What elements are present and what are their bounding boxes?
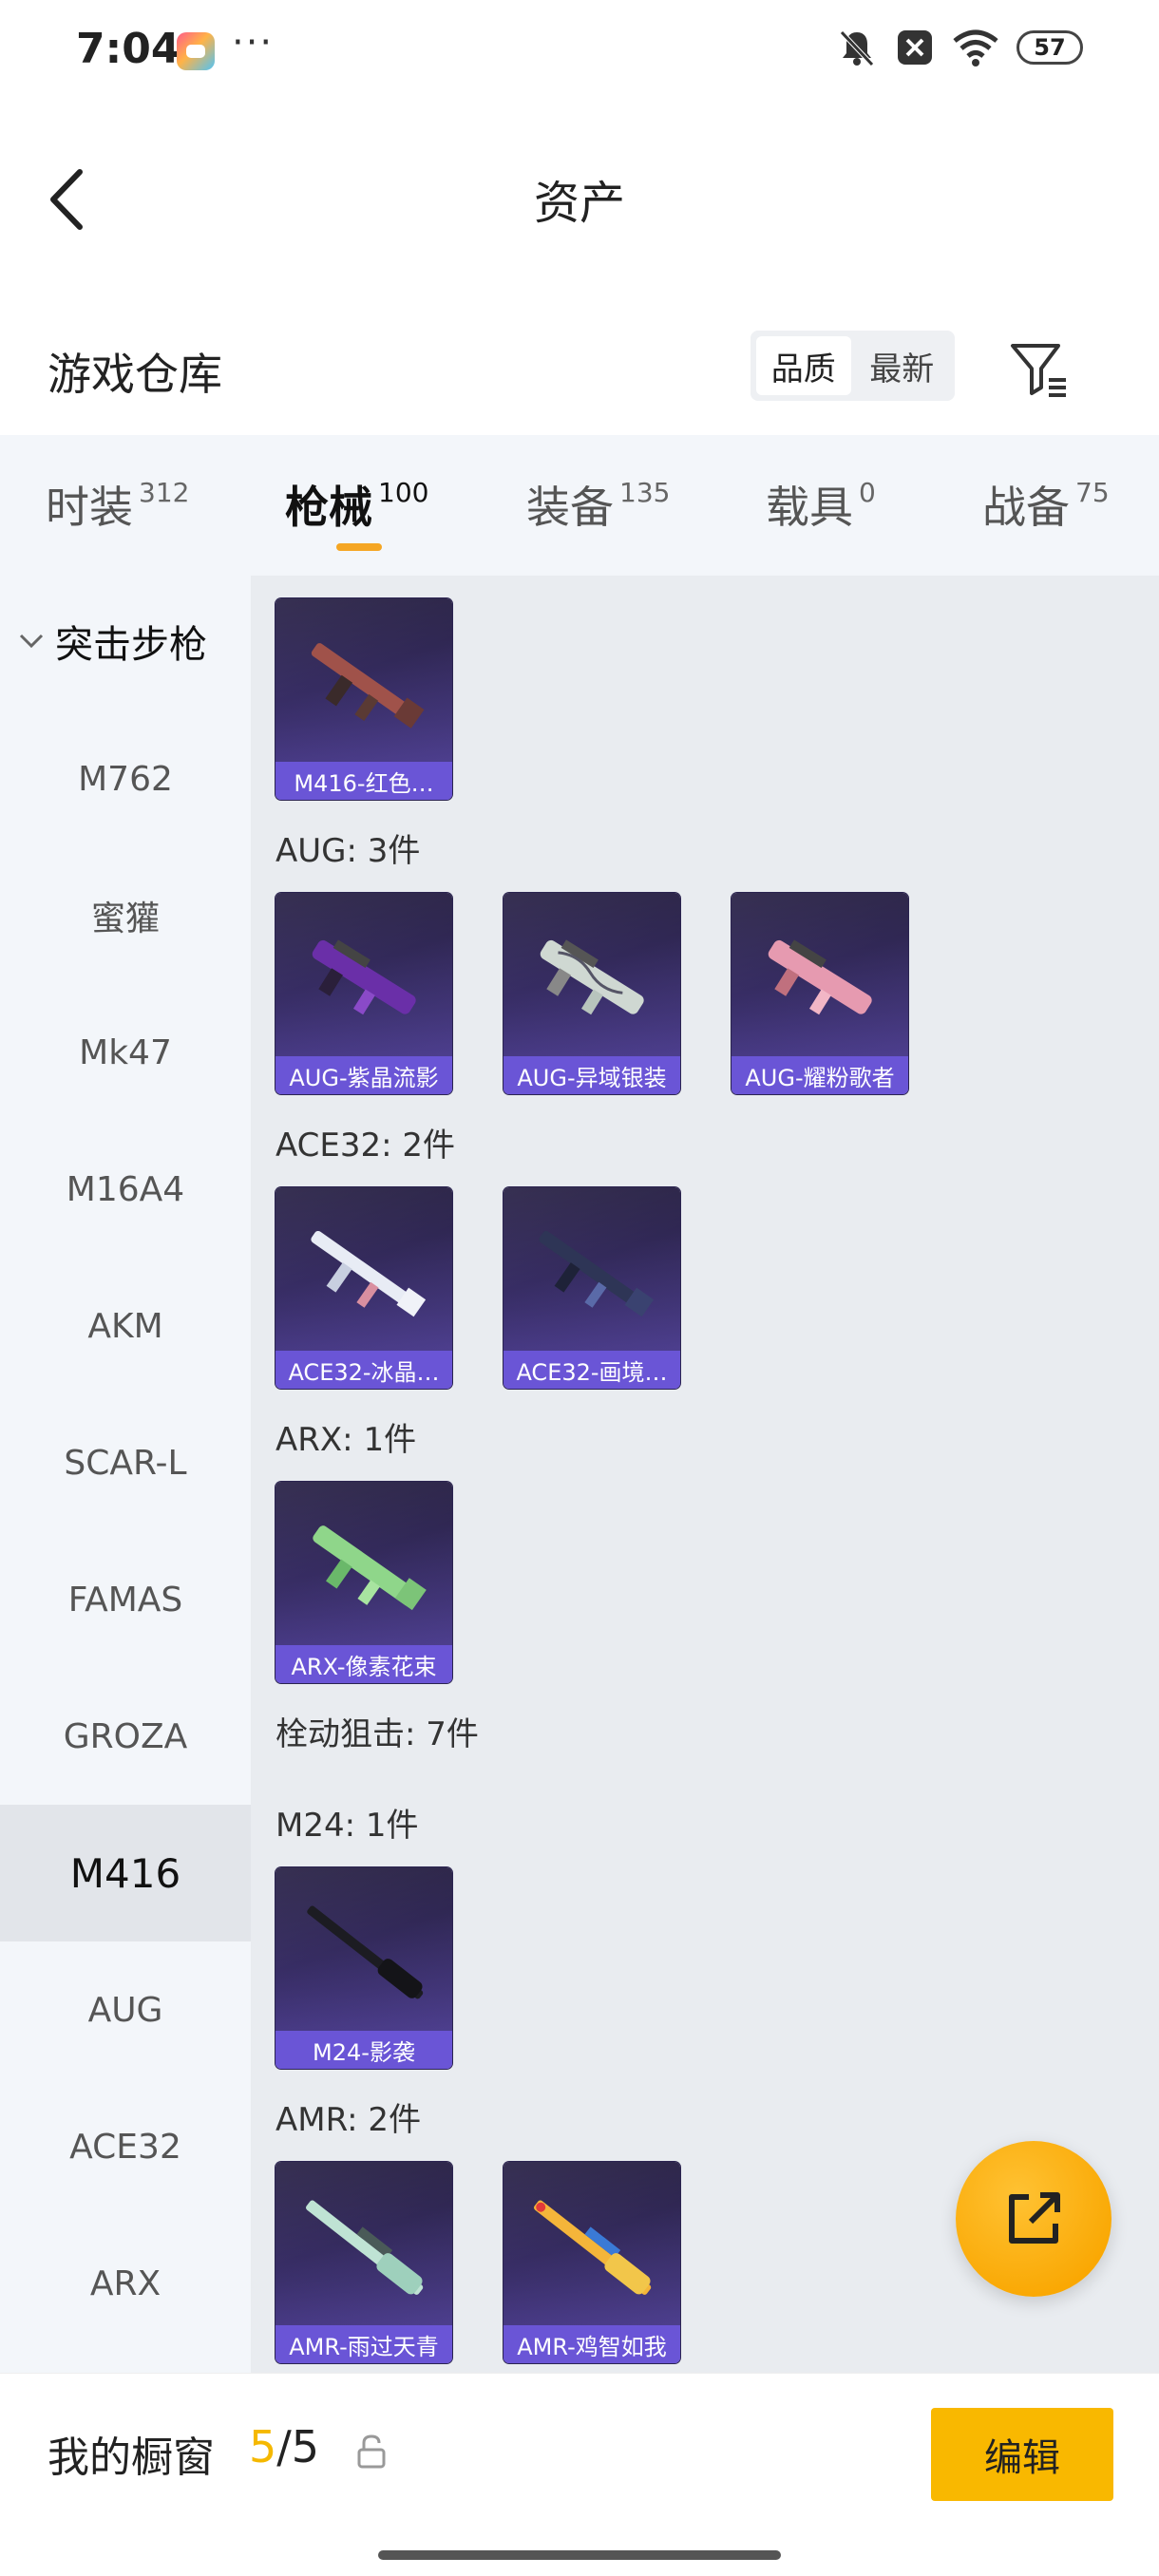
section-title: 游戏仓库 <box>48 349 222 400</box>
tab-label: 载具 <box>766 482 853 533</box>
tab-count: 0 <box>859 477 876 508</box>
item-card[interactable]: AMR-雨过天青 <box>276 2162 452 2363</box>
rifle-icon <box>311 643 425 729</box>
item-name: ACE32-冰晶… <box>276 1351 452 1389</box>
item-card[interactable]: AUG-耀粉歌者 <box>732 893 908 1094</box>
item-name: AUG-耀粉歌者 <box>732 1056 908 1094</box>
item-name: M24-影袭 <box>276 2031 452 2069</box>
item-card[interactable]: AUG-紫晶流影 <box>276 893 452 1094</box>
tab-label: 战备 <box>982 482 1070 533</box>
tab-label: 枪械 <box>285 482 372 533</box>
tab-label: 时装 <box>46 482 133 533</box>
group-label: M24: 1件 <box>276 1807 419 1845</box>
sidebar-item-mk47[interactable]: Mk47 <box>0 984 251 1121</box>
sidebar-item-m416[interactable]: M416 <box>0 1805 251 1941</box>
item-name: AUG-异域银装 <box>504 1056 680 1094</box>
sidebar-group-assault-rifles[interactable]: 突击步枪 <box>17 614 207 669</box>
sidebar-item-aug[interactable]: AUG <box>0 1941 251 2078</box>
item-card[interactable]: AMR-鸡智如我 <box>504 2162 680 2363</box>
sniper-rifle-icon <box>307 1905 424 1999</box>
tab-label: 装备 <box>526 482 614 533</box>
wifi-icon <box>953 29 998 66</box>
section-header: 游戏仓库 品质 最新 <box>0 304 1159 432</box>
rifle-icon <box>540 939 644 1015</box>
tab-count: 100 <box>378 477 429 508</box>
sidebar-item-famas[interactable]: FAMAS <box>0 1531 251 1668</box>
share-external-icon <box>1009 2192 1060 2244</box>
lock-icon <box>357 2434 386 2469</box>
sidebar-item-m16a4[interactable]: M16A4 <box>0 1121 251 1258</box>
sidebar-item-m762[interactable]: M762 <box>0 710 251 847</box>
item-name: AMR-雨过天青 <box>276 2325 452 2363</box>
rifle-icon <box>539 1230 655 1317</box>
group-label: ACE32: 2件 <box>276 1127 456 1165</box>
item-name: M416-红色… <box>276 762 452 800</box>
tab-equipment[interactable]: 装备 135 <box>526 473 670 536</box>
sort-newest-option[interactable]: 最新 <box>855 336 950 395</box>
showcase-label: 我的橱窗 <box>48 2434 215 2482</box>
item-card[interactable]: M24-影袭 <box>276 1867 452 2069</box>
sidebar-item-groza[interactable]: GROZA <box>0 1668 251 1805</box>
tab-count: 135 <box>619 477 671 508</box>
showcase-bar: 我的橱窗 5/5 编辑 <box>0 2373 1159 2576</box>
active-tab-indicator <box>336 543 382 551</box>
share-button[interactable] <box>956 2141 1112 2297</box>
weapon-grid: M416-红色… AUG: 3件 AUG-紫晶流影 AUG-异域银装 AUG-耀… <box>251 576 1159 2373</box>
sidebar-group-label: 突击步枪 <box>55 623 207 667</box>
weapon-sidebar: 突击步枪 M762 蜜獾 Mk47 M16A4 AKM SCAR-L FAMAS… <box>0 576 251 2373</box>
group-label: AUG: 3件 <box>276 832 421 870</box>
category-tabs: 时装 312 枪械 100 装备 135 载具 0 战备 75 <box>0 435 1159 576</box>
showcase-total: /5 <box>276 2421 320 2472</box>
tab-fashion[interactable]: 时装 312 <box>46 473 189 536</box>
sidebar-item-honey-badger[interactable]: 蜜獾 <box>0 847 251 984</box>
sniper-rifle-icon <box>534 2200 652 2295</box>
item-name: AMR-鸡智如我 <box>504 2325 680 2363</box>
more-notifications-icon: ··· <box>232 21 275 65</box>
filter-icon <box>1011 344 1066 397</box>
sim-blocked-icon <box>898 30 932 65</box>
page-title: 资产 <box>533 177 625 230</box>
edit-button[interactable]: 编辑 <box>931 2408 1113 2501</box>
tab-count: 312 <box>139 477 190 508</box>
sidebar-item-scar-l[interactable]: SCAR-L <box>0 1394 251 1531</box>
item-name: AUG-紫晶流影 <box>276 1056 452 1094</box>
item-card[interactable]: M416-红色… <box>276 598 452 800</box>
sidebar-item-akm[interactable]: AKM <box>0 1258 251 1394</box>
group-label: ARX: 1件 <box>276 1421 417 1459</box>
mute-bell-icon <box>840 30 874 66</box>
filter-button[interactable] <box>1007 338 1070 401</box>
sidebar-item-ace32[interactable]: ACE32 <box>0 2078 251 2215</box>
sniper-rifle-icon <box>306 2200 424 2295</box>
showcase-count: 5/5 <box>249 2421 319 2472</box>
rifle-icon <box>311 1230 427 1317</box>
rifle-icon <box>768 939 872 1015</box>
nav-header: 资产 <box>0 104 1159 285</box>
item-name: ARX-像素花束 <box>276 1645 452 1683</box>
app-notification-icon <box>177 32 215 70</box>
item-name: ACE32-画境… <box>504 1351 680 1389</box>
tab-count: 75 <box>1075 477 1110 508</box>
sort-toggle: 品质 最新 <box>750 331 955 401</box>
group-label: AMR: 2件 <box>276 2101 422 2139</box>
item-card[interactable]: ACE32-冰晶… <box>276 1187 452 1389</box>
tab-firearms[interactable]: 枪械 100 <box>285 473 428 536</box>
rifle-icon <box>313 1525 427 1611</box>
sidebar-item-arx[interactable]: ARX <box>0 2215 251 2352</box>
item-card[interactable]: ACE32-画境… <box>504 1187 680 1389</box>
group-label: 栓动狙击: 7件 <box>276 1715 479 1753</box>
tab-supplies[interactable]: 战备 75 <box>982 473 1110 536</box>
status-bar: 7:04 ··· 57 <box>0 0 1159 104</box>
chevron-down-icon <box>19 634 44 649</box>
status-icons: 57 <box>836 27 1083 68</box>
tab-vehicles[interactable]: 载具 0 <box>766 473 876 536</box>
rifle-icon <box>312 939 416 1015</box>
item-card[interactable]: AUG-异域银装 <box>504 893 680 1094</box>
home-indicator[interactable] <box>378 2550 781 2560</box>
showcase-current: 5 <box>249 2421 277 2472</box>
status-time: 7:04 <box>76 25 180 73</box>
item-card[interactable]: ARX-像素花束 <box>276 1482 452 1683</box>
sort-quality-option[interactable]: 品质 <box>756 336 851 395</box>
battery-icon: 57 <box>1016 30 1083 65</box>
